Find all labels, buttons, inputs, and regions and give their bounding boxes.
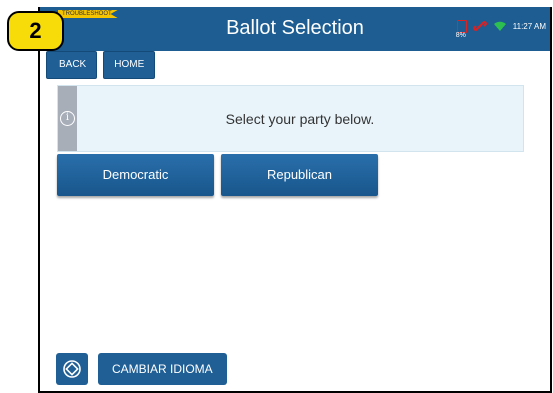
footer-controls: CAMBIAR IDIOMA [56,353,227,385]
change-language-button[interactable]: CAMBIAR IDIOMA [98,353,227,385]
title-bar: TROUBLESHOOT Ballot Selection 8% 11:27 A… [40,7,550,51]
rotate-screen-icon [63,360,81,378]
step-callout-badge: 2 [7,11,64,51]
link-broken-icon [472,20,487,32]
back-button[interactable]: BACK [46,51,98,79]
clock: 11:27 AM [512,21,546,31]
nav-bar: BACK HOME [46,51,156,79]
battery-percent: 8% [455,31,466,39]
status-indicators: 8% 11:27 AM [456,19,546,39]
info-message: Select your party below. [225,111,375,127]
home-button[interactable]: HOME [103,51,156,79]
rotate-screen-button[interactable] [56,353,88,385]
info-banner: i Select your party below. [57,85,524,152]
battery-icon: 8% [456,19,467,39]
info-strip: i [58,86,77,151]
democratic-button[interactable]: Democratic [57,154,214,196]
tablet-screen: TROUBLESHOOT Ballot Selection 8% 11:27 A… [38,7,552,393]
info-circle-icon: i [60,111,75,126]
wifi-icon [493,21,506,31]
republican-button[interactable]: Republican [221,154,378,196]
